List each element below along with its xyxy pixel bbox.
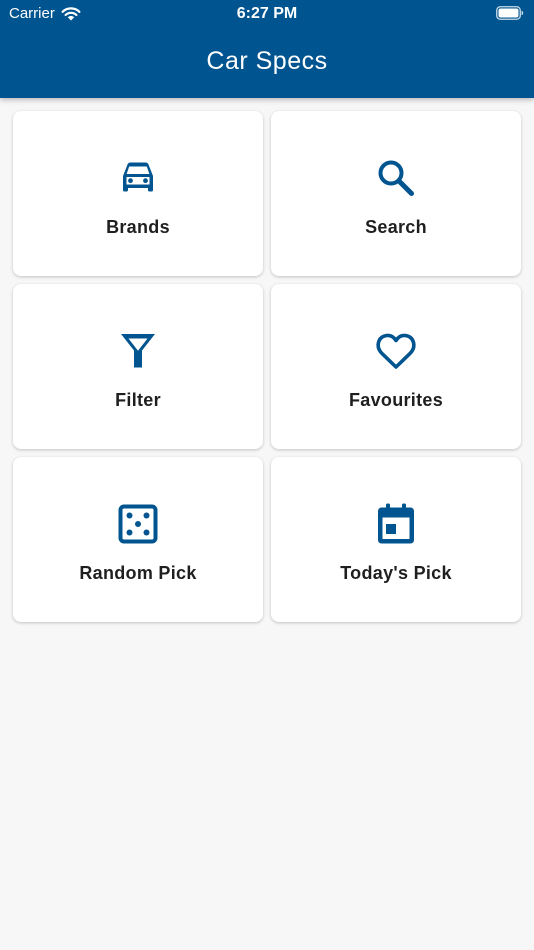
- brands-label: Brands: [106, 217, 170, 237]
- dice-icon: [118, 504, 158, 544]
- status-bar: Carrier 6:27 PM: [0, 0, 534, 28]
- battery-icon: [496, 6, 524, 20]
- todays-pick-label: Today's Pick: [340, 563, 452, 583]
- heart-icon: [376, 333, 416, 369]
- search-tile[interactable]: Search: [271, 111, 521, 276]
- search-label: Search: [365, 217, 427, 237]
- filter-tile[interactable]: Filter: [13, 284, 263, 449]
- random-pick-tile[interactable]: Random Pick: [13, 457, 263, 622]
- filter-label: Filter: [115, 390, 161, 410]
- menu-grid: Brands Search Filter Favourites Random P…: [13, 111, 521, 622]
- status-time: 6:27 PM: [236, 5, 298, 22]
- brands-tile[interactable]: Brands: [13, 111, 263, 276]
- filter-icon: [121, 334, 155, 368]
- favourites-tile[interactable]: Favourites: [271, 284, 521, 449]
- search-icon: [378, 160, 414, 196]
- todays-pick-tile[interactable]: Today's Pick: [271, 457, 521, 622]
- favourites-label: Favourites: [348, 390, 444, 410]
- page-title: Car Specs: [206, 47, 328, 75]
- app-bar: Carrier 6:27 PM Car Specs: [0, 0, 534, 98]
- car-icon: [123, 162, 153, 192]
- random-pick-label: Random Pick: [79, 563, 197, 583]
- calendar-icon: [378, 503, 414, 544]
- app-screen: Carrier 6:27 PM Car Specs Brands Search …: [0, 0, 534, 950]
